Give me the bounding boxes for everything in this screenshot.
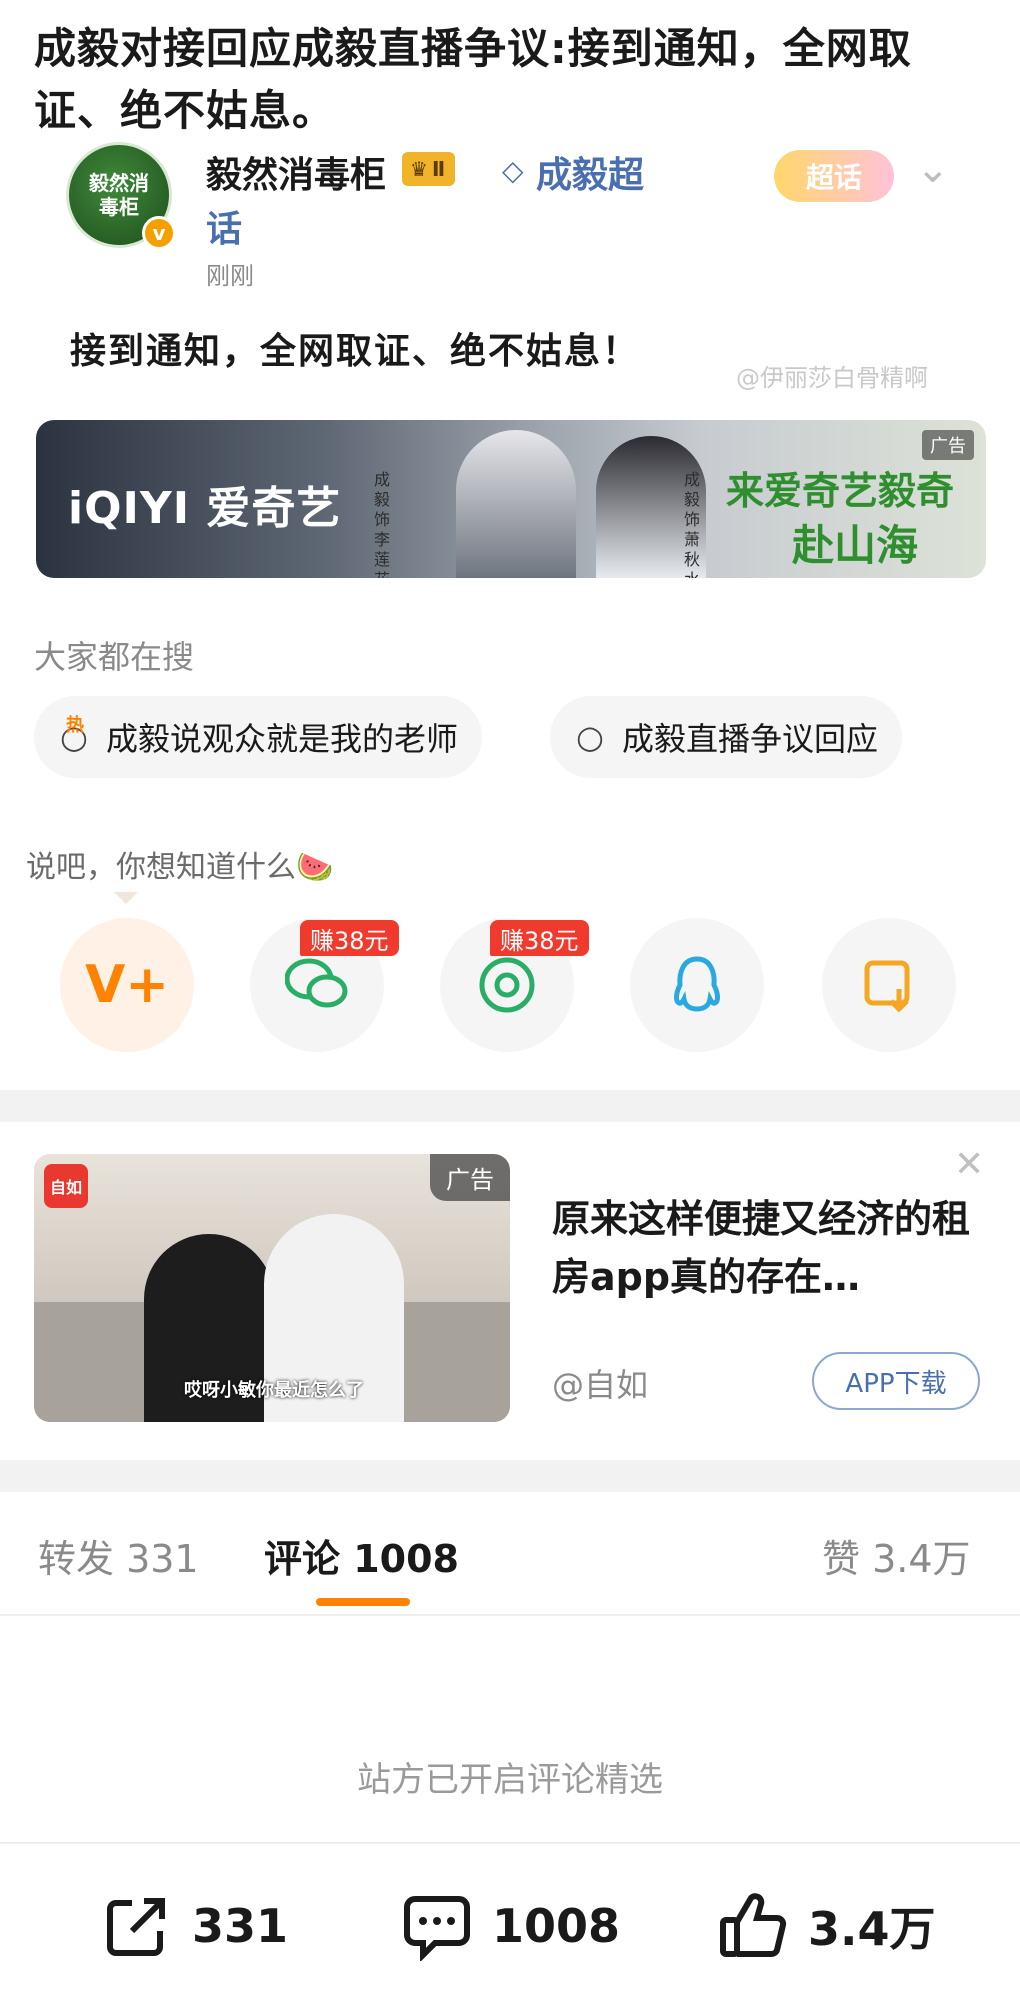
- tab-divider: [0, 1614, 1020, 1616]
- comment-action[interactable]: 1008: [400, 1886, 620, 1966]
- repost-count: 331: [192, 1899, 289, 1953]
- banner-slogan: 来爱奇艺毅奇: [726, 469, 955, 513]
- super-topic-link[interactable]: 成毅超: [536, 146, 644, 198]
- section-divider: [0, 1090, 1020, 1122]
- post-time: 刚刚: [206, 262, 254, 290]
- ad-tag: 广告: [430, 1154, 510, 1201]
- ad-title[interactable]: 原来这样便捷又经济的租房app真的存在…: [552, 1190, 992, 1306]
- earn-badge: 赚38元: [300, 920, 399, 956]
- search-icon: ○ 热: [54, 715, 94, 757]
- level-badge-text: Ⅱ: [431, 157, 446, 181]
- hot-mark: 热: [66, 715, 84, 736]
- like-action[interactable]: 3.4万: [716, 1886, 936, 1966]
- tab-reposts-label: 转发 331: [38, 1537, 199, 1581]
- watermelon-icon: 🍉: [296, 850, 334, 885]
- tab-likes-label: 赞 3.4万: [822, 1537, 971, 1581]
- moments-icon: [479, 957, 535, 1013]
- banner-slogan: 赴山海: [792, 521, 919, 570]
- tab-comments[interactable]: 评论 1008: [264, 1528, 459, 1583]
- post-headline: 成毅对接回应成毅直播争议:接到通知，全网取证、绝不姑息。: [34, 24, 912, 135]
- like-count: 3.4万: [808, 1902, 936, 1956]
- share-prompt: 说吧，你想知道什么🍉: [26, 842, 333, 886]
- search-chip[interactable]: ○ 热 成毅说观众就是我的老师: [34, 696, 483, 778]
- diamond-icon: ◇: [502, 154, 524, 187]
- banner-caption: 成毅 饰 李莲花: [374, 470, 391, 578]
- qq-icon: [674, 956, 720, 1012]
- repost-action[interactable]: 331: [100, 1886, 288, 1966]
- share-icon: [100, 1889, 174, 1963]
- qq-share-button[interactable]: [630, 918, 764, 1052]
- ziroom-logo: 自如: [44, 1164, 88, 1208]
- author-row: 毅然消毒柜 v 毅然消毒柜 ♛ Ⅱ ◇ 成毅超 话 刚刚 超话 ⌄: [66, 142, 966, 292]
- chevron-down-icon[interactable]: ⌄: [916, 146, 950, 192]
- banner-ad[interactable]: iQIYI 爱奇艺 成毅 饰 李莲花 成毅 饰 萧秋水 来爱奇艺毅奇 赴山海 广…: [36, 420, 986, 578]
- ad-video-thumbnail[interactable]: 自如 哎呀小敏你最近怎么了 广告: [34, 1154, 510, 1422]
- search-chip[interactable]: ○ 成毅直播争议回应: [550, 696, 903, 778]
- pointer-arrow: [114, 892, 138, 904]
- author-name[interactable]: 毅然消毒柜: [206, 146, 386, 198]
- thumbs-up-icon: [716, 1889, 790, 1963]
- iqiyi-logo: iQIYI 爱奇艺: [68, 483, 342, 534]
- weibo-repost-button[interactable]: V+: [60, 918, 194, 1052]
- save-image-button[interactable]: [822, 918, 956, 1052]
- search-chip-label: 成毅说观众就是我的老师: [106, 720, 459, 758]
- banner-caption: 成毅 饰 萧秋水: [684, 470, 701, 578]
- ad-brand[interactable]: @自如: [552, 1360, 648, 1406]
- crown-icon: ♛: [410, 157, 428, 181]
- share-prompt-text: 说吧，你想知道什么: [26, 850, 296, 885]
- app-download-button[interactable]: APP下载: [812, 1352, 980, 1410]
- search-icon: ○: [576, 718, 604, 756]
- ad-subtitle: 哎呀小敏你最近怎么了: [184, 1380, 364, 1401]
- comment-icon: [400, 1889, 474, 1963]
- crown-level-badge: ♛ Ⅱ: [402, 152, 456, 186]
- action-bar-divider: [0, 1842, 1020, 1844]
- save-image-icon: [864, 960, 910, 1013]
- post-body: 接到通知，全网取证、绝不姑息！: [70, 331, 641, 372]
- comment-count: 1008: [492, 1899, 621, 1953]
- comments-curated-notice: 站方已开启评论精选: [357, 1760, 663, 1800]
- weibo-v-plus-icon: V+: [85, 955, 169, 1015]
- wechat-icon: [285, 958, 348, 1008]
- super-topic-badge[interactable]: 超话: [774, 150, 894, 202]
- section-divider: [0, 1460, 1020, 1492]
- tab-active-indicator: [316, 1598, 410, 1606]
- avatar-text: 毅然消毒柜: [89, 171, 149, 219]
- close-icon[interactable]: ✕: [954, 1144, 984, 1185]
- banner-figure: [456, 430, 576, 578]
- earn-badge: 赚38元: [490, 920, 589, 956]
- tab-reposts[interactable]: 转发 331: [38, 1528, 199, 1583]
- verified-icon: v: [142, 216, 176, 250]
- search-chip-label: 成毅直播争议回应: [622, 720, 879, 758]
- trending-search-title: 大家都在搜: [34, 638, 195, 676]
- super-topic-link-cont[interactable]: 话: [206, 200, 242, 252]
- ad-tag: 广告: [922, 430, 974, 460]
- tab-likes[interactable]: 赞 3.4万: [822, 1528, 971, 1583]
- watermark: @伊丽莎白骨精啊: [736, 364, 928, 392]
- tab-comments-label: 评论 1008: [264, 1537, 459, 1581]
